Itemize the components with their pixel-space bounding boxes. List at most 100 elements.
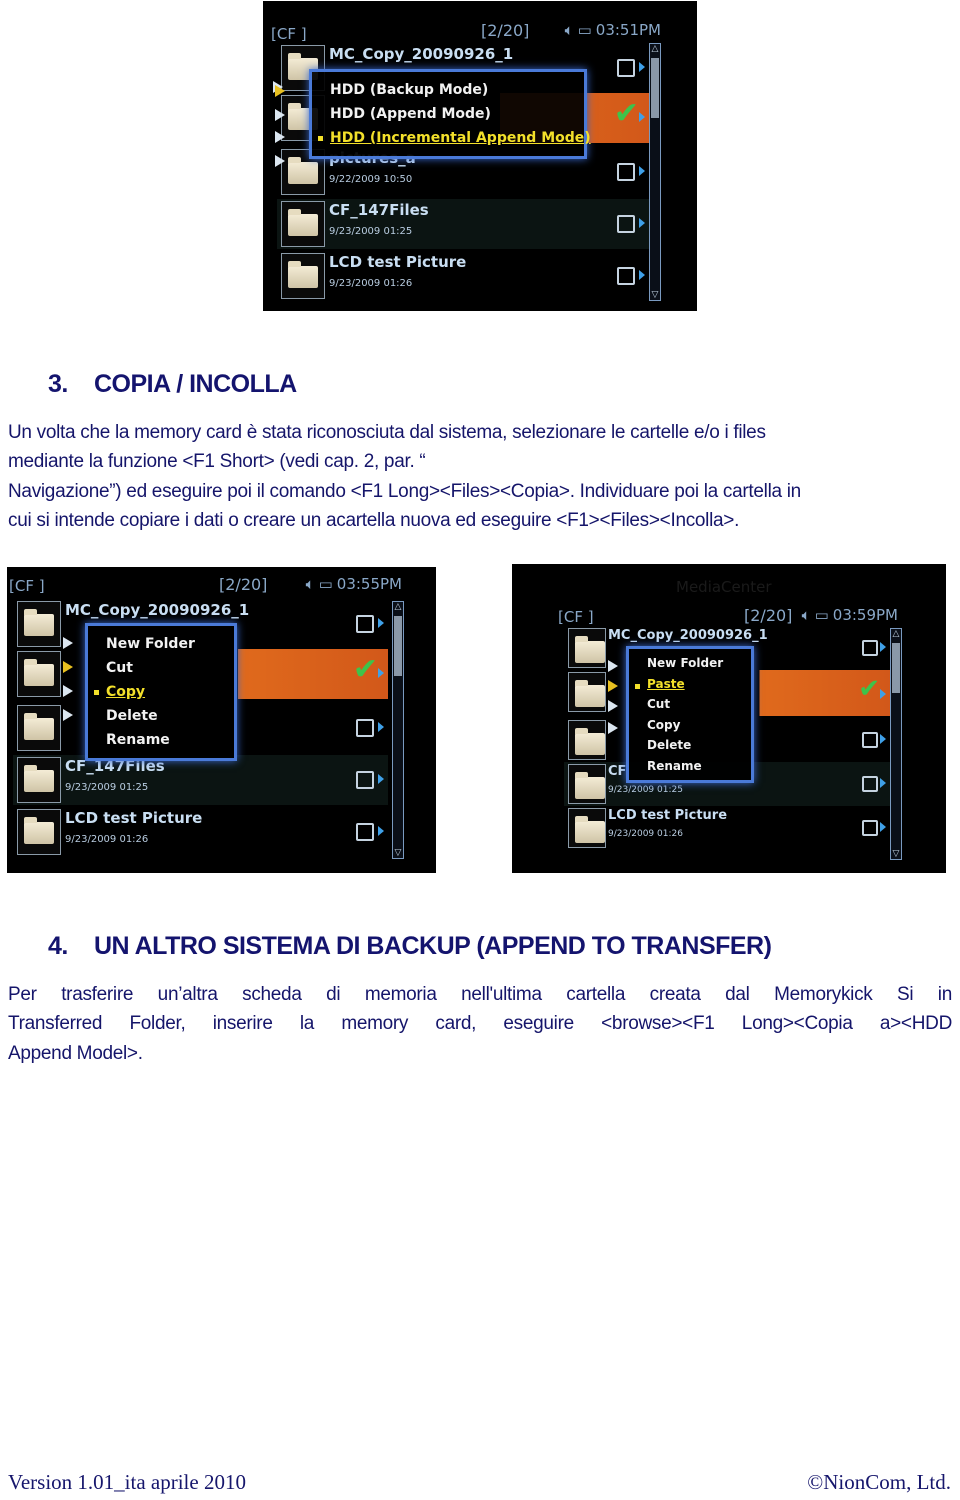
menu-item-copy[interactable]: Copy [629, 715, 751, 736]
list-item[interactable]: CF_147Files 9/23/2009 01:25 [13, 755, 388, 805]
checkbox[interactable] [617, 163, 635, 181]
play-icon [608, 722, 618, 734]
checkbox[interactable] [617, 59, 635, 77]
folder-thumb [17, 705, 61, 751]
menu-item-rename[interactable]: Rename [629, 756, 751, 777]
scroll-down-icon[interactable]: ▽ [891, 849, 901, 859]
folder-thumb [281, 201, 325, 247]
scrollbar-thumb[interactable] [651, 58, 659, 118]
checkbox[interactable] [862, 776, 878, 792]
scroll-down-icon[interactable]: ▽ [650, 290, 660, 300]
section-3-line-3: Navigazione”) ed eseguire poi il comando… [8, 481, 801, 502]
scroll-up-icon[interactable]: △ [891, 629, 901, 639]
folder-icon [575, 728, 605, 755]
checkbox[interactable] [356, 719, 374, 737]
battery-icon: ▭ [577, 21, 592, 39]
arrow-right-icon [378, 826, 384, 836]
page-counter: [2/20] [219, 575, 268, 594]
menu-item-new-folder[interactable]: New Folder [629, 653, 751, 674]
scrollbar-thumb[interactable] [892, 643, 900, 693]
folder-thumb [568, 808, 606, 848]
item-date: 9/23/2009 01:26 [329, 278, 413, 289]
page-counter: [2/20] [481, 21, 530, 40]
arrow-right-icon [639, 270, 645, 280]
arrow-right-icon [880, 734, 886, 744]
checkbox[interactable] [862, 640, 878, 656]
list-item[interactable]: CF_147Files 9/23/2009 01:25 [277, 199, 649, 249]
menu-item-append-mode[interactable]: HDD (Append Mode) [312, 102, 584, 126]
section-4-line-1: Per trasferire un’altra scheda di memori… [8, 984, 952, 1005]
scrollbar[interactable]: △ ▽ [649, 43, 661, 301]
checkbox[interactable] [617, 267, 635, 285]
item-date: 9/23/2009 01:25 [65, 782, 149, 793]
scroll-up-icon[interactable]: △ [650, 44, 660, 54]
clock: 03:59PM [832, 606, 898, 624]
folder-icon [575, 680, 605, 707]
menu-item-delete[interactable]: Delete [629, 735, 751, 756]
device-screenshot-2: [CF ] [2/20] 🔈︎ ▭ 03:55PM MC_Copy_20090926… [7, 567, 436, 873]
play-icon [63, 709, 73, 721]
checkbox[interactable] [356, 771, 374, 789]
folder-thumb [17, 651, 61, 697]
page-counter: [2/20] [744, 606, 793, 625]
folder-icon [24, 765, 54, 792]
item-name: CF [608, 764, 627, 779]
menu-item-new-folder[interactable]: New Folder [88, 632, 234, 656]
checkmark-icon[interactable]: ✔ [353, 655, 378, 685]
files-context-menu: New Folder Cut Copy Delete Rename [85, 623, 237, 761]
play-icon [275, 155, 285, 167]
checkbox[interactable] [862, 732, 878, 748]
list-item[interactable]: LCD test Picture 9/23/2009 01:26 [564, 806, 890, 850]
checkbox[interactable] [862, 820, 878, 836]
scrollbar-thumb[interactable] [394, 616, 402, 676]
folder-icon [575, 816, 605, 843]
scrollbar[interactable]: △ ▽ [392, 601, 404, 859]
card-label: [CF ] [558, 608, 594, 626]
menu-item-rename[interactable]: Rename [88, 728, 234, 752]
item-name: MC_Copy_20090926_1 [329, 45, 514, 63]
menu-item-copy[interactable]: Copy [88, 680, 234, 704]
section-title: COPIA / INCOLLA [94, 370, 297, 398]
checkbox[interactable] [356, 615, 374, 633]
section-3-line-4: cui si intende copiare i dati o creare u… [8, 510, 740, 531]
device-screenshot-1: [CF ] [2/20] 🔈︎ ▭ 03:51PM MC_Copy_20090926… [263, 1, 697, 311]
scroll-up-icon[interactable]: △ [393, 602, 403, 612]
menu-item-backup-mode[interactable]: HDD (Backup Mode) [312, 78, 584, 102]
section-3-heading: 3. COPIA / INCOLLA [48, 370, 297, 399]
checkmark-icon[interactable]: ✔ [614, 99, 639, 129]
brand-label: MediaCenter [676, 578, 772, 596]
arrow-right-icon [880, 778, 886, 788]
folder-icon [575, 772, 605, 799]
arrow-right-icon [880, 689, 886, 699]
copy-mode-menu: HDD (Backup Mode) HDD (Append Mode) HDD … [309, 69, 591, 159]
checkmark-icon[interactable]: ✔ [858, 676, 880, 702]
arrow-right-icon [880, 822, 886, 832]
battery-icon: ▭ [814, 606, 829, 624]
menu-item-incremental-append-mode[interactable]: HDD (Incremental Append Mode) [312, 126, 591, 150]
menu-item-delete[interactable]: Delete [88, 704, 234, 728]
checkbox[interactable] [617, 215, 635, 233]
folder-icon [24, 659, 54, 686]
folder-thumb [17, 601, 61, 647]
scrollbar[interactable]: △ ▽ [890, 628, 902, 860]
clock: 03:51PM [595, 21, 661, 39]
item-name: LCD test Picture [608, 808, 728, 823]
list-item[interactable]: LCD test Picture 9/23/2009 01:26 [277, 251, 649, 301]
arrow-right-icon [639, 166, 645, 176]
checkbox[interactable] [356, 823, 374, 841]
item-name: LCD test Picture [65, 809, 203, 827]
device-screenshot-3: MediaCenter [CF ] [2/20] 🔈︎ ▭ 03:59PM MC_C… [512, 564, 946, 873]
section-number: 4. [48, 932, 68, 960]
menu-item-cut[interactable]: Cut [629, 694, 751, 715]
menu-item-cut[interactable]: Cut [88, 656, 234, 680]
folder-icon [288, 157, 318, 184]
section-title: UN ALTRO SISTEMA DI BACKUP (APPEND TO TR… [94, 932, 772, 960]
list-item[interactable]: LCD test Picture 9/23/2009 01:26 [13, 807, 388, 857]
arrow-right-icon [378, 618, 384, 628]
status-right: 🔈︎ ▭ 03:59PM [802, 606, 898, 624]
card-label: [CF ] [9, 577, 45, 595]
menu-item-paste[interactable]: Paste [629, 674, 751, 695]
arrow-right-icon [639, 62, 645, 72]
scroll-down-icon[interactable]: ▽ [393, 848, 403, 858]
folder-thumb [17, 809, 61, 855]
